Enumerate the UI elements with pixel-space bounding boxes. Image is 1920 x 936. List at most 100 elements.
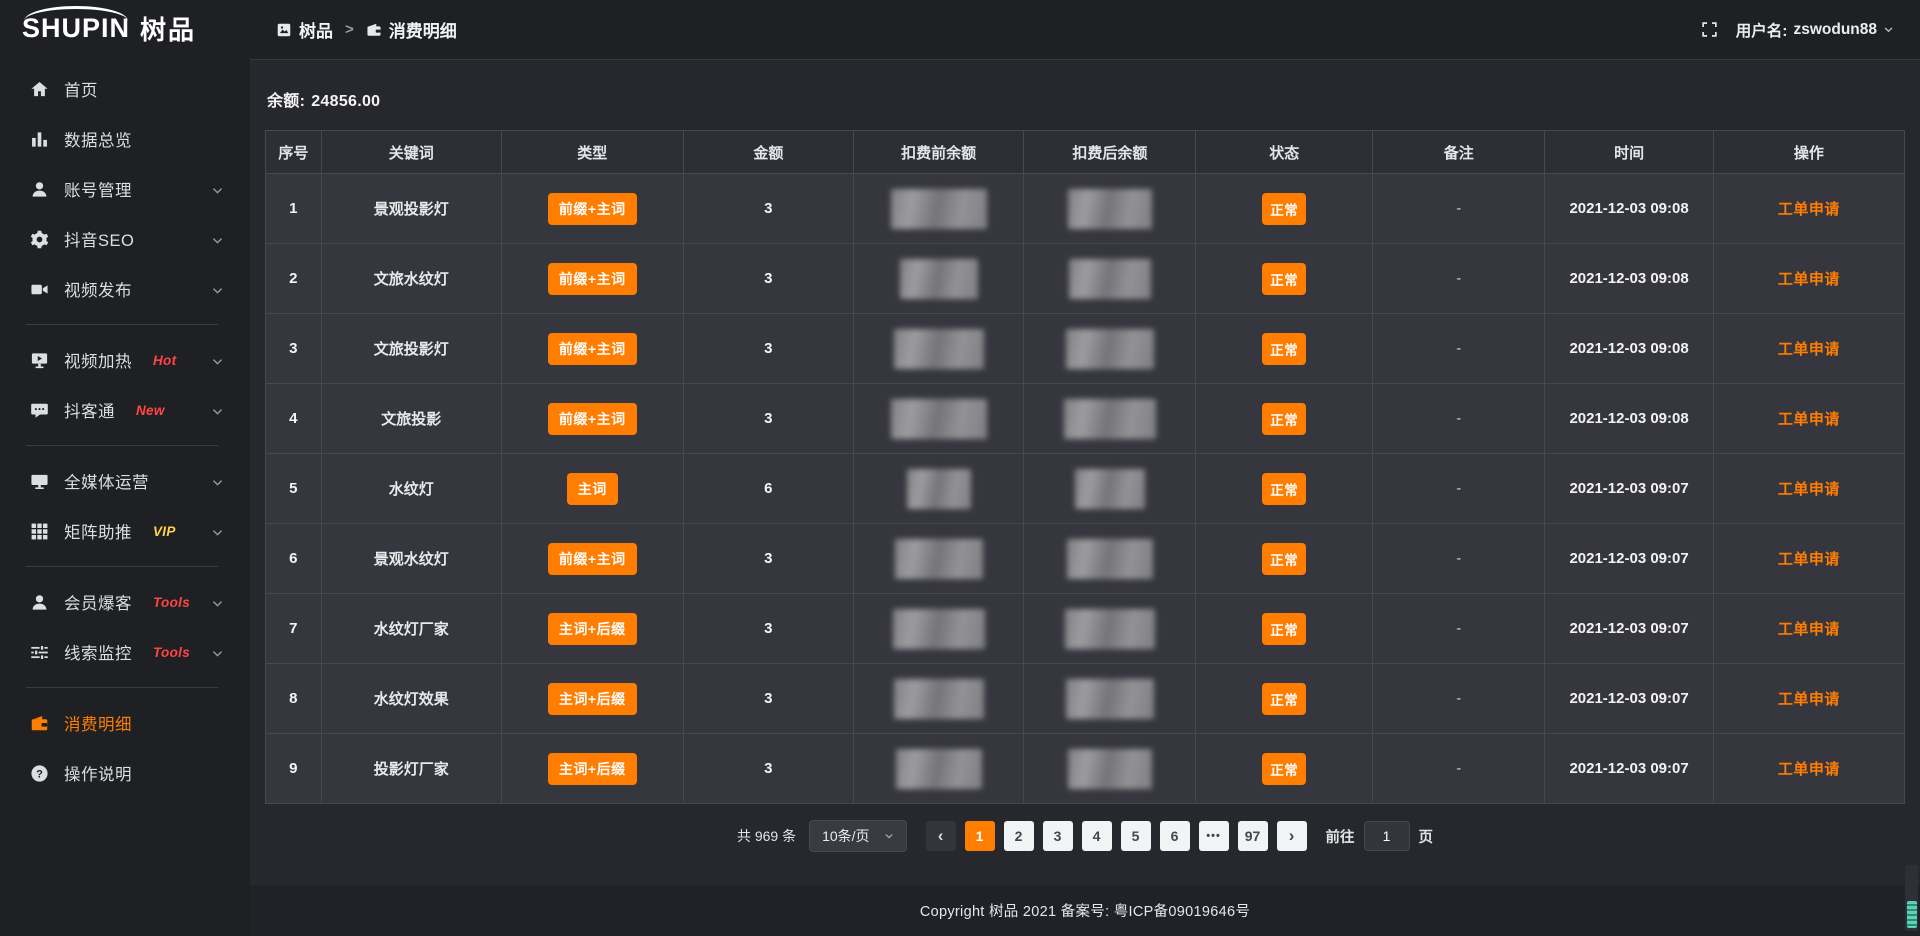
work-order-link[interactable]: 工单申请	[1778, 478, 1840, 499]
cell-balance-before	[854, 734, 1024, 803]
topbar: 树品 > 消费明细 用户名: zswodun88	[250, 0, 1920, 60]
work-order-link[interactable]: 工单申请	[1778, 548, 1840, 569]
sidebar-item-clue-monitor[interactable]: 线索监控Tools	[0, 627, 250, 677]
balance-label: 余额:	[267, 93, 305, 110]
type-badge: 主词+后缀	[548, 753, 637, 785]
cell-balance-after	[1024, 314, 1196, 383]
cell-action: 工单申请	[1714, 384, 1904, 453]
sidebar-item-home[interactable]: 首页	[0, 64, 250, 114]
cell-balance-before	[854, 594, 1024, 663]
page-button-3[interactable]: 3	[1043, 821, 1073, 851]
app-logo[interactable]: SHUPIN 树品	[0, 0, 250, 56]
sidebar-item-help[interactable]: ?操作说明	[0, 748, 250, 798]
work-order-link[interactable]: 工单申请	[1778, 618, 1840, 639]
goto-page-input[interactable]	[1364, 821, 1410, 851]
work-order-link[interactable]: 工单申请	[1778, 268, 1840, 289]
cell-action: 工单申请	[1714, 734, 1904, 803]
sidebar-item-label: 首页	[64, 77, 98, 101]
cell-balance-before	[854, 454, 1024, 523]
chevron-down-icon	[211, 233, 224, 246]
app-icon	[276, 22, 292, 38]
sidebar-item-account-manage[interactable]: 账号管理	[0, 164, 250, 214]
page-button-2[interactable]: 2	[1004, 821, 1034, 851]
cell-action: 工单申请	[1714, 524, 1904, 593]
sidebar-item-matrix-boost[interactable]: 矩阵助推VIP	[0, 506, 250, 556]
sidebar-item-label: 消费明细	[64, 711, 132, 735]
redacted-balance-before	[894, 679, 984, 719]
video-icon	[30, 280, 49, 299]
sidebar-item-consume-detail[interactable]: 消费明细	[0, 698, 250, 748]
sidebar-item-video-publish[interactable]: 视频发布	[0, 264, 250, 314]
work-order-link[interactable]: 工单申请	[1778, 338, 1840, 359]
cell-keyword: 文旅水纹灯	[322, 244, 502, 313]
cell-balance-after	[1024, 384, 1196, 453]
page-button-97[interactable]: 97	[1238, 821, 1268, 851]
cell-time: 2021-12-03 09:08	[1545, 384, 1714, 453]
gear-icon	[30, 230, 49, 249]
wallet-icon	[30, 714, 49, 733]
cell-keyword: 水纹灯厂家	[322, 594, 502, 663]
col-header-time: 时间	[1545, 131, 1714, 173]
page-button-4[interactable]: 4	[1082, 821, 1112, 851]
page-size-select[interactable]: 10条/页	[809, 820, 906, 852]
page-button-5[interactable]: 5	[1121, 821, 1151, 851]
sidebar-item-video-heat[interactable]: 视频加热Hot	[0, 335, 250, 385]
sidebar-item-label: 矩阵助推	[64, 519, 132, 543]
work-order-link[interactable]: 工单申请	[1778, 758, 1840, 779]
sidebar-item-media-operation[interactable]: 全媒体运营	[0, 456, 250, 506]
type-badge: 前缀+主词	[548, 333, 637, 365]
table-row: 8水纹灯效果主词+后缀3正常-2021-12-03 09:07工单申请	[266, 663, 1904, 733]
status-badge: 正常	[1262, 193, 1306, 225]
cell-index: 9	[266, 734, 322, 803]
sidebar-item-member-burst[interactable]: 会员爆客Tools	[0, 577, 250, 627]
username-value: zswodun88	[1793, 21, 1877, 39]
sidebar-item-label: 抖客通	[64, 398, 115, 422]
user-menu[interactable]: 用户名: zswodun88	[1736, 19, 1894, 41]
chat-widget-collapsed[interactable]	[1905, 865, 1918, 931]
page-button-1[interactable]: 1	[965, 821, 995, 851]
redacted-balance-after	[1067, 539, 1153, 579]
breadcrumb-separator: >	[345, 21, 354, 38]
cell-balance-before	[854, 314, 1024, 383]
cell-status: 正常	[1196, 664, 1373, 733]
grid-icon	[30, 522, 49, 541]
footer: Copyright 树品 2021 备案号: 粤ICP备09019646号	[250, 885, 1920, 936]
col-header-status: 状态	[1196, 131, 1373, 173]
type-badge: 前缀+主词	[548, 193, 637, 225]
prev-page-button[interactable]: ‹	[926, 821, 956, 851]
cell-balance-after	[1024, 594, 1196, 663]
sliders-icon	[30, 643, 49, 662]
type-badge: 主词	[567, 473, 618, 505]
cell-action: 工单申请	[1714, 664, 1904, 733]
sidebar-item-douketong[interactable]: 抖客通 New	[0, 385, 250, 435]
sidebar-item-tag: New	[136, 403, 165, 418]
breadcrumb-item-consume-detail[interactable]: 消费明细	[366, 17, 457, 42]
work-order-link[interactable]: 工单申请	[1778, 198, 1840, 219]
cell-keyword: 文旅投影灯	[322, 314, 502, 383]
sidebar-nav: 首页数据总览账号管理抖音SEO视频发布视频加热Hot抖客通New全媒体运营矩阵助…	[0, 56, 250, 798]
page-button-6[interactable]: 6	[1160, 821, 1190, 851]
chevron-down-icon	[211, 354, 224, 367]
next-page-button[interactable]: ›	[1277, 821, 1307, 851]
sidebar-item-label: 数据总览	[64, 127, 132, 151]
page-ellipsis-button[interactable]: •••	[1199, 821, 1229, 851]
redacted-balance-after	[1066, 329, 1154, 369]
table-row: 9投影灯厂家主词+后缀3正常-2021-12-03 09:07工单申请	[266, 733, 1904, 803]
cell-index: 7	[266, 594, 322, 663]
balance-value: 24856.00	[311, 93, 380, 110]
work-order-link[interactable]: 工单申请	[1778, 688, 1840, 709]
fullscreen-icon[interactable]	[1701, 21, 1718, 38]
cell-time: 2021-12-03 09:07	[1545, 664, 1714, 733]
redacted-balance-after	[1068, 749, 1152, 789]
sidebar-item-douyin-seo[interactable]: 抖音SEO	[0, 214, 250, 264]
col-header-balance-before: 扣费前余额	[854, 131, 1024, 173]
breadcrumb-item-shupin[interactable]: 树品	[276, 17, 333, 42]
work-order-link[interactable]: 工单申请	[1778, 408, 1840, 429]
cell-time: 2021-12-03 09:08	[1545, 174, 1714, 243]
table-row: 6景观水纹灯前缀+主词3正常-2021-12-03 09:07工单申请	[266, 523, 1904, 593]
sidebar-item-data-overview[interactable]: 数据总览	[0, 114, 250, 164]
status-badge: 正常	[1262, 263, 1306, 295]
chevron-down-icon	[884, 831, 894, 841]
breadcrumb-label: 树品	[299, 17, 333, 42]
cell-type: 前缀+主词	[502, 314, 684, 383]
